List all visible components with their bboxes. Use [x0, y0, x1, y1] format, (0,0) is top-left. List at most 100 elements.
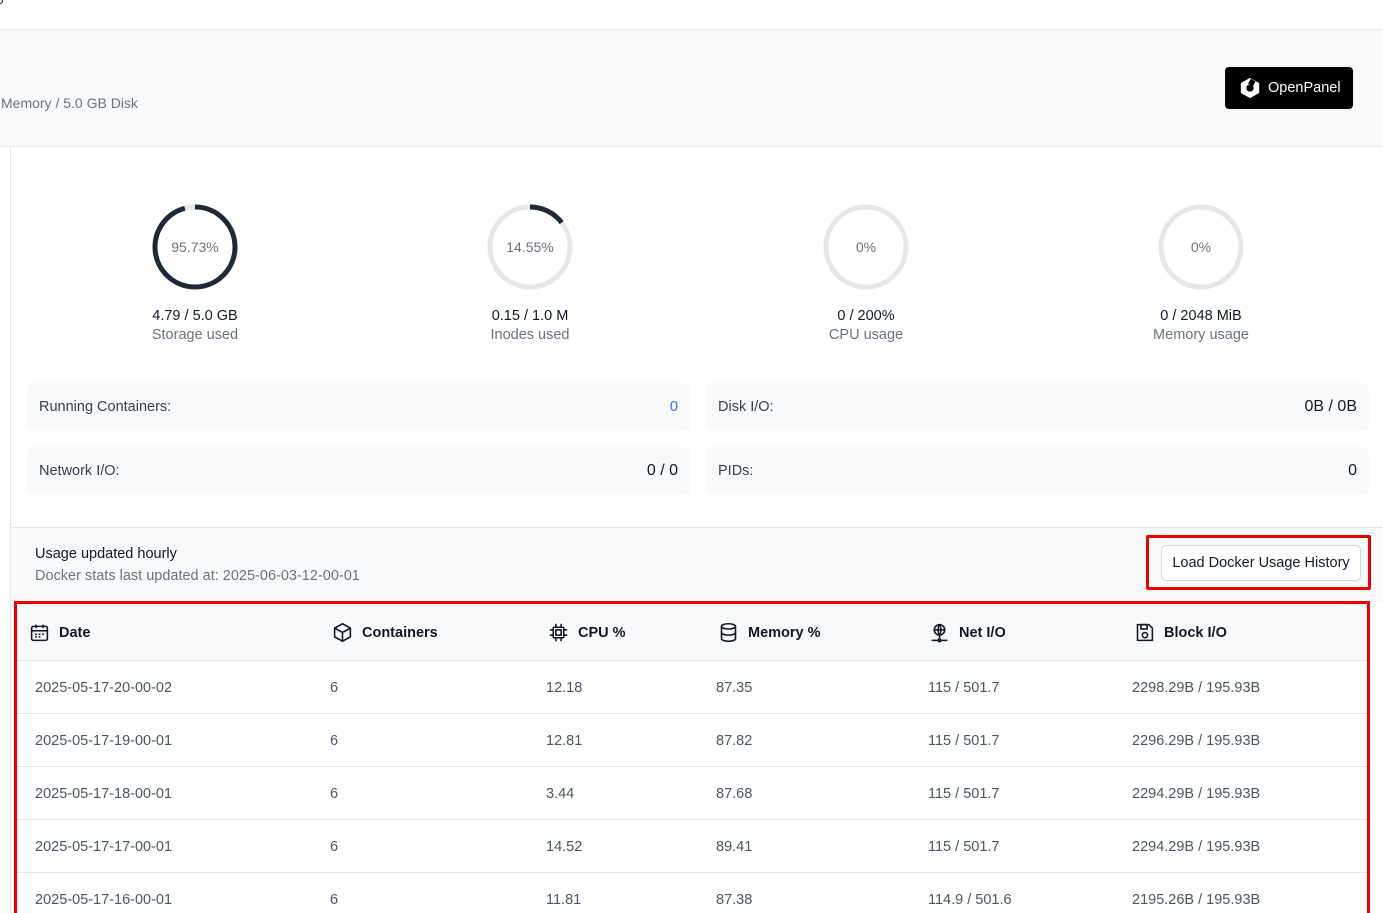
calendar-icon: [30, 624, 49, 642]
cell-block: 2294.29B / 195.93B: [1132, 785, 1261, 802]
table-row: 2025-05-17-16-00-01 6 11.81 87.38 114.9 …: [17, 873, 1367, 913]
pids-value: 0: [1348, 462, 1357, 479]
cell-net: 115 / 501.7: [928, 732, 1000, 749]
highlight-box: Load Docker Usage History: [1146, 535, 1371, 590]
top-bar-fragment: o: [0, 0, 4, 7]
th-containers: Containers: [332, 604, 438, 661]
top-bar: o: [0, 0, 1383, 30]
cpu-label: CPU usage: [828, 327, 904, 343]
th-net: Net I/O: [929, 604, 1006, 661]
storage-gauge: 95.73% 4.79 / 5.0 GB Storage used: [95, 202, 295, 343]
cell-containers: 6: [330, 785, 339, 802]
cell-memory: 87.68: [716, 785, 753, 802]
cell-net: 115 / 501.7: [928, 785, 1000, 802]
cell-date: 2025-05-17-16-00-01: [35, 891, 173, 908]
cell-memory: 89.41: [716, 838, 753, 855]
cell-memory: 87.38: [716, 891, 753, 908]
storage-ring: 95.73%: [152, 204, 238, 290]
pids-stat: PIDs: 0: [706, 447, 1369, 495]
cell-date: 2025-05-17-19-00-01: [35, 732, 173, 749]
openpanel-logo-icon: [1240, 77, 1260, 99]
load-docker-usage-history-button[interactable]: Load Docker Usage History: [1161, 545, 1361, 581]
th-net-label: Net I/O: [959, 624, 1006, 641]
box-icon: [333, 622, 352, 643]
cell-memory: 87.82: [716, 732, 753, 749]
th-block: Block I/O: [1134, 604, 1227, 661]
inodes-label: Inodes used: [490, 327, 570, 343]
network-icon: [931, 623, 948, 643]
pids-label: PIDs:: [718, 463, 754, 479]
network-io-label: Network I/O:: [39, 463, 120, 479]
th-block-label: Block I/O: [1164, 624, 1227, 641]
table-row: 2025-05-17-18-00-01 6 3.44 87.68 115 / 5…: [17, 767, 1367, 820]
cpu-value: 0 / 200%: [837, 308, 895, 324]
cell-cpu: 3.44: [546, 785, 575, 802]
memory-value: 0 / 2048 MiB: [1160, 308, 1242, 324]
network-io-value: 0 / 0: [646, 462, 678, 479]
cell-date: 2025-05-17-18-00-01: [35, 785, 173, 802]
th-cpu-label: CPU %: [578, 624, 626, 641]
storage-value: 4.79 / 5.0 GB: [152, 308, 238, 324]
th-memory-label: Memory %: [748, 624, 821, 641]
memory-ring: 0%: [1158, 204, 1244, 290]
cell-containers: 6: [330, 679, 339, 696]
cell-block: 2298.29B / 195.93B: [1132, 679, 1261, 696]
cell-net: 115 / 501.7: [928, 679, 1000, 696]
inodes-value: 0.15 / 1.0 M: [491, 308, 569, 324]
cell-memory: 87.35: [716, 679, 753, 696]
cell-date: 2025-05-17-20-00-02: [35, 679, 173, 696]
cell-block: 2296.29B / 195.93B: [1132, 732, 1261, 749]
th-date: Date: [29, 604, 90, 661]
table-header: Date Containers CPU % Memory % Net I/O B…: [17, 604, 1367, 661]
svg-text:95.73%: 95.73%: [171, 239, 218, 255]
inodes-ring: 14.55%: [487, 204, 573, 290]
table-row: 2025-05-17-19-00-01 6 12.81 87.82 115 / …: [17, 714, 1367, 767]
cell-cpu: 14.52: [546, 838, 583, 855]
usage-title: Usage updated hourly: [35, 546, 177, 562]
page-header: Memory / 5.0 GB Disk OpenPanel: [0, 30, 1383, 147]
memory-gauge: 0% 0 / 2048 MiB Memory usage: [1101, 202, 1301, 343]
cell-net: 115 / 501.7: [928, 838, 1000, 855]
table-row: 2025-05-17-20-00-02 6 12.18 87.35 115 / …: [17, 661, 1367, 714]
save-disk-icon: [1136, 623, 1154, 642]
th-containers-label: Containers: [362, 624, 438, 641]
running-containers-value[interactable]: 0: [670, 399, 678, 415]
svg-text:0%: 0%: [856, 239, 876, 255]
main-content: 95.73% 4.79 / 5.0 GB Storage used 14.55%…: [10, 147, 1383, 913]
disk-io-label: Disk I/O:: [718, 399, 774, 415]
cell-date: 2025-05-17-17-00-01: [35, 838, 173, 855]
cpu-gauge: 0% 0 / 200% CPU usage: [766, 202, 966, 343]
cpu-chip-icon: [549, 623, 568, 642]
usage-history-table: Date Containers CPU % Memory % Net I/O B…: [14, 601, 1370, 913]
th-memory: Memory %: [718, 604, 821, 661]
table-row: 2025-05-17-17-00-01 6 14.52 89.41 115 / …: [17, 820, 1367, 873]
disk-io-stat: Disk I/O: 0B / 0B: [706, 383, 1369, 431]
svg-text:14.55%: 14.55%: [506, 239, 553, 255]
cell-containers: 6: [330, 732, 339, 749]
cell-containers: 6: [330, 891, 339, 908]
usage-updated: Docker stats last updated at: 2025-06-03…: [35, 568, 360, 584]
network-io-stat: Network I/O: 0 / 0: [27, 447, 690, 495]
th-date-label: Date: [59, 624, 91, 641]
disk-io-value: 0B / 0B: [1304, 398, 1357, 415]
cpu-ring: 0%: [823, 204, 909, 290]
memory-label: Memory usage: [1153, 327, 1249, 343]
inodes-gauge: 14.55% 0.15 / 1.0 M Inodes used: [430, 202, 630, 343]
cell-net: 114.9 / 501.6: [928, 891, 1012, 908]
openpanel-button[interactable]: OpenPanel: [1225, 67, 1353, 109]
cell-block: 2294.29B / 195.93B: [1132, 838, 1261, 855]
running-containers-stat: Running Containers: 0: [27, 383, 690, 431]
th-cpu: CPU %: [548, 604, 626, 661]
cell-cpu: 12.81: [546, 732, 583, 749]
svg-text:0%: 0%: [1191, 239, 1211, 255]
cell-containers: 6: [330, 838, 339, 855]
storage-label: Storage used: [151, 327, 239, 343]
plan-subtitle: Memory / 5.0 GB Disk: [1, 95, 138, 111]
database-icon: [720, 622, 737, 643]
usage-bar: Usage updated hourly Docker stats last u…: [11, 527, 1383, 602]
cell-cpu: 11.81: [546, 891, 582, 908]
cell-cpu: 12.18: [546, 679, 583, 696]
cell-block: 2195.26B / 195.93B: [1132, 891, 1261, 908]
openpanel-label: OpenPanel: [1268, 80, 1341, 96]
running-containers-label: Running Containers:: [39, 399, 172, 415]
